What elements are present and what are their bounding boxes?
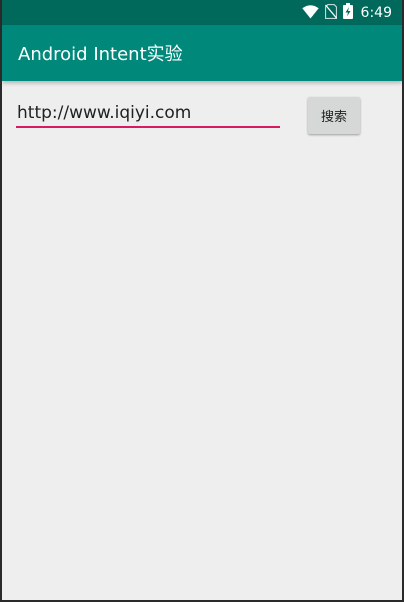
url-input[interactable] — [16, 100, 280, 128]
app-title: Android Intent实验 — [18, 44, 183, 65]
status-icons: 6:49 — [301, 3, 392, 23]
wifi-icon — [301, 4, 319, 23]
phone-screen: 6:49 Android Intent实验 搜索 — [2, 0, 402, 600]
no-sim-icon — [324, 3, 337, 23]
battery-charging-icon — [342, 3, 353, 23]
status-time: 6:49 — [360, 5, 392, 21]
status-bar: 6:49 — [2, 0, 402, 25]
app-bar: Android Intent实验 — [2, 25, 402, 81]
search-button[interactable]: 搜索 — [308, 97, 360, 134]
